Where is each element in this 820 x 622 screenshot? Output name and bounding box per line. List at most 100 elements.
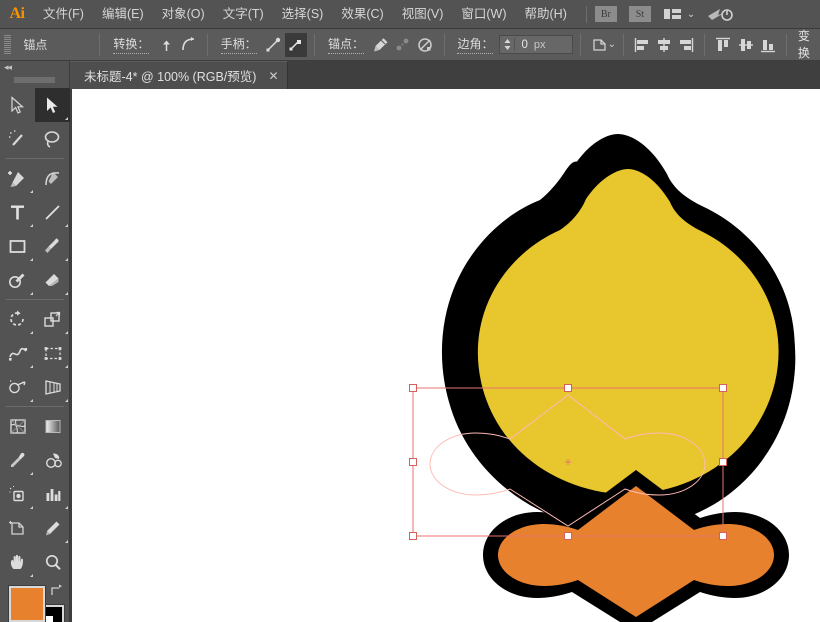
remove-anchor-button[interactable] [370, 33, 392, 57]
options-divider-1 [99, 33, 101, 56]
paintbrush-icon [45, 238, 59, 253]
convert-to-corner-button[interactable] [155, 33, 177, 57]
convert-label: 转换： [113, 35, 150, 54]
align-vertical-center-icon [738, 38, 753, 51]
menu-select[interactable]: 选择(S) [273, 0, 333, 29]
creative-cloud-sync-button[interactable] [707, 5, 734, 23]
rotate-tool[interactable] [0, 302, 35, 336]
menu-help[interactable]: 帮助(H) [516, 0, 576, 29]
tool-flyout-indicator [65, 258, 68, 261]
collapse-panel-icon[interactable]: ◂◂ [4, 62, 12, 73]
corner-radius-field[interactable]: 0 px [499, 35, 574, 54]
align-vertical-center-button[interactable] [735, 33, 757, 57]
rectangle-icon [9, 239, 26, 253]
align-horizontal-center-button[interactable] [653, 33, 675, 57]
eyedropper-tool[interactable] [0, 443, 35, 477]
connect-anchor-button[interactable] [392, 33, 414, 57]
curvature-icon [45, 171, 60, 185]
corner-radius-value: 0 [521, 38, 528, 51]
curvature-tool[interactable] [35, 161, 70, 195]
transform-button[interactable]: 变换 [797, 27, 820, 63]
menu-type[interactable]: 文字(T) [214, 0, 273, 29]
menu-window[interactable]: 窗口(W) [452, 0, 515, 29]
pen-tool[interactable] [0, 161, 35, 195]
artboard-tool[interactable] [0, 511, 35, 545]
mesh-tool[interactable] [0, 409, 35, 443]
corner-stepper[interactable] [500, 38, 516, 51]
type-tool[interactable] [0, 195, 35, 229]
menu-view[interactable]: 视图(V) [393, 0, 453, 29]
line-segment-tool[interactable] [35, 195, 70, 229]
duck-head-illustration[interactable] [72, 89, 820, 622]
lasso-tool[interactable] [35, 122, 70, 156]
arrange-documents-button[interactable]: ⌄ [663, 7, 695, 21]
control-options-bar: 锚点 转换： 手柄： 锚点： 边角： 0 px ⌄ 变换 [0, 27, 820, 63]
zoom-tool[interactable] [35, 545, 70, 579]
tools-panel-grip[interactable] [14, 75, 55, 85]
align-right-button[interactable] [675, 33, 697, 57]
tool-flyout-indicator [65, 224, 68, 227]
tool-flyout-indicator [30, 399, 33, 402]
fill-swatch[interactable] [8, 585, 46, 622]
handles-label: 手柄： [220, 35, 257, 54]
symbol-sprayer-tool[interactable] [0, 477, 35, 511]
pen-add-anchor-icon [8, 170, 24, 187]
options-divider-3 [314, 33, 315, 56]
width-tool[interactable] [0, 336, 35, 370]
tool-flyout-indicator [65, 331, 68, 334]
swap-fill-stroke-button[interactable] [50, 584, 64, 602]
menu-effect[interactable]: 效果(C) [332, 0, 392, 29]
ai-logo-icon: Ai [9, 5, 26, 22]
blend-tool[interactable] [35, 443, 70, 477]
tool-flyout-indicator [65, 506, 68, 509]
gradient-icon [45, 419, 60, 433]
free-transform-tool[interactable] [35, 336, 70, 370]
slice-tool[interactable] [35, 511, 70, 545]
menu-object[interactable]: 对象(O) [153, 0, 214, 29]
artboard-chevron-down-icon[interactable]: ⌄ [608, 39, 616, 50]
rectangle-tool[interactable] [0, 229, 35, 263]
menu-file[interactable]: 文件(F) [34, 0, 93, 29]
convert-to-smooth-button[interactable] [178, 33, 200, 57]
align-right-icon [680, 37, 694, 52]
align-left-button[interactable] [631, 33, 653, 57]
close-icon[interactable]: ✕ [268, 70, 278, 82]
perspective-grid-tool[interactable] [35, 370, 70, 404]
magic-wand-tool[interactable] [0, 122, 35, 156]
column-graph-tool[interactable] [35, 477, 70, 511]
canvas-area[interactable] [70, 89, 820, 622]
options-bar-grip[interactable] [4, 34, 12, 55]
isolate-anchor-icon [418, 37, 433, 52]
scale-tool[interactable] [35, 302, 70, 336]
align-top-icon [716, 37, 731, 51]
menu-edit[interactable]: 编辑(E) [93, 0, 153, 29]
align-top-button[interactable] [712, 33, 734, 57]
artboard-options-icon [593, 39, 606, 51]
direct-selection-tool[interactable] [35, 88, 70, 122]
shaper-tool[interactable] [0, 263, 35, 297]
gradient-tool[interactable] [35, 409, 70, 443]
bridge-button[interactable]: Br [594, 6, 617, 22]
paintbrush-tool[interactable] [35, 229, 70, 263]
corner-radius-unit: px [533, 38, 546, 51]
show-handles-button[interactable] [263, 33, 285, 57]
eraser-icon [45, 273, 59, 286]
isolate-anchor-button[interactable] [414, 33, 436, 57]
magic-wand-icon [9, 129, 23, 146]
symbol-sprayer-icon [9, 485, 24, 501]
options-panel-title: 锚点 [23, 38, 48, 52]
shape-builder-tool[interactable] [0, 370, 35, 404]
options-divider-5 [580, 33, 582, 56]
document-tab[interactable]: 未标题-4* @ 100% (RGB/预览) ✕ [70, 61, 288, 89]
selection-tool[interactable] [0, 88, 35, 122]
align-bottom-button[interactable] [757, 33, 779, 57]
stock-button[interactable]: St [628, 6, 651, 22]
eyedropper-icon [10, 452, 24, 467]
hand-tool[interactable] [0, 545, 35, 579]
artboard-canvas[interactable] [72, 89, 820, 622]
tool-flyout-indicator [30, 190, 33, 193]
remove-anchor-icon [374, 37, 388, 51]
mesh-icon [9, 418, 26, 434]
hide-handles-button[interactable] [284, 32, 308, 57]
eraser-tool[interactable] [35, 263, 70, 297]
